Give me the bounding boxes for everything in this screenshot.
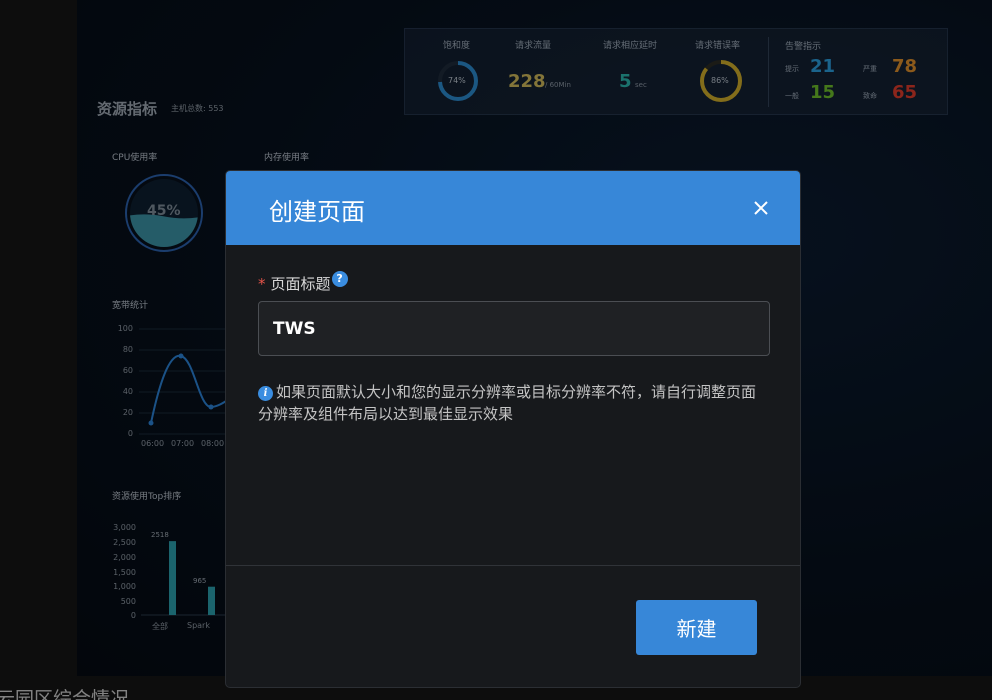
page-title-input[interactable] <box>258 301 770 356</box>
create-button[interactable]: 新建 <box>636 600 757 655</box>
help-icon[interactable]: ? <box>331 270 348 287</box>
info-message: i 如果页面默认大小和您的显示分辨率或目标分辨率不符，请自行调整页面分辨率及组件布… <box>258 381 768 425</box>
dialog-body: * 页面标题 ? i如果页面默认大小和您的显示分辨率或目标分辨率不符，请自行调整… <box>226 245 800 565</box>
field-label-row: * 页面标题 ? <box>258 270 348 294</box>
info-icon: i <box>258 386 273 401</box>
close-icon <box>754 201 768 215</box>
create-page-dialog: 创建页面 * 页面标题 ? i如果页面默认大小和您的显示分辨率或目标分辨率不符，… <box>225 170 801 688</box>
page-title-label: 页面标题 <box>270 275 331 293</box>
dialog-header: 创建页面 <box>226 171 800 245</box>
dialog-footer-divider <box>226 565 800 566</box>
info-text: 如果页面默认大小和您的显示分辨率或目标分辨率不符，请自行调整页面分辨率及组件布局… <box>258 383 757 423</box>
dialog-title: 创建页面 <box>269 198 365 226</box>
close-button[interactable] <box>748 195 774 221</box>
required-mark: * <box>258 274 266 293</box>
